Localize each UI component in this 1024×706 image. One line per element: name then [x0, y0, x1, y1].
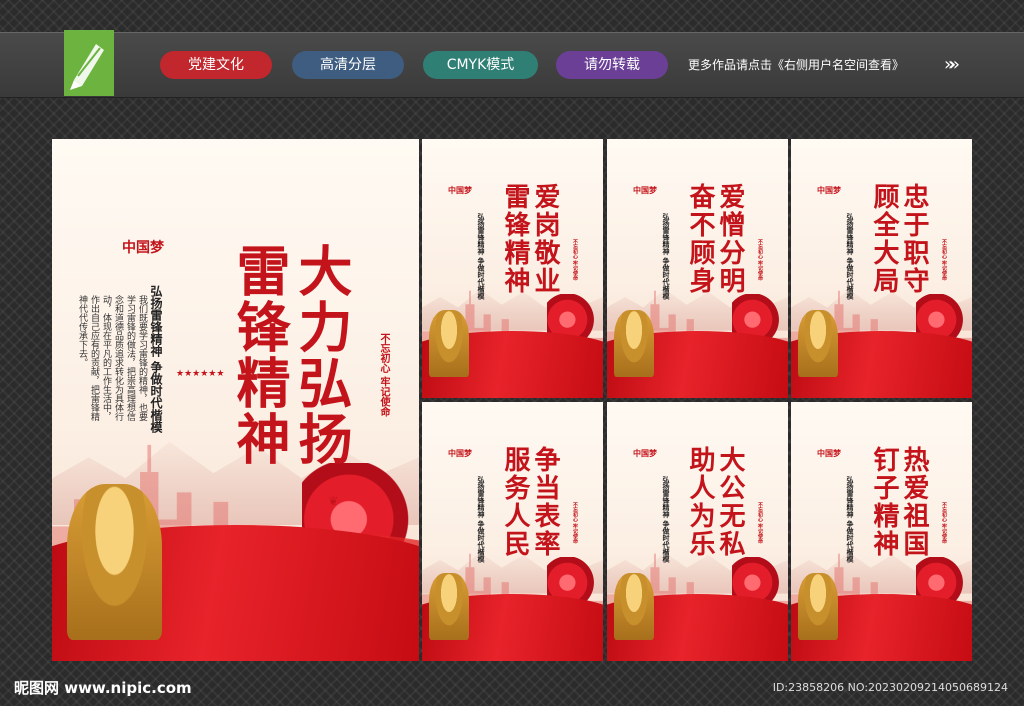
poster-seal: 不忘初心 牢记使命 — [572, 239, 578, 281]
china-dream-logo: 中国梦 — [633, 185, 657, 195]
tag-party-culture[interactable]: 党建文化 — [160, 51, 272, 79]
main-stars: ★★★★★★ — [176, 369, 225, 379]
china-dream-logo: 中国梦 — [448, 448, 472, 458]
small-poster-3: 中国梦 忠于职守顾全大局 弘扬雷锋精神 争做时代楷模 不忘初心 牢记使命 — [791, 139, 972, 398]
poster-subtitle: 弘扬雷锋精神 争做时代楷模 — [846, 213, 855, 300]
image-id-text: ID:23858206 NO:20230209214050689124 — [772, 681, 1008, 694]
tag-cmyk-mode[interactable]: CMYK模式 — [423, 51, 538, 79]
golden-lion-statue — [614, 572, 655, 641]
china-dream-logo: 中国梦 — [633, 448, 657, 458]
pen-logo-icon — [70, 44, 104, 90]
poster-title: 爱岗敬业雷锋精神 — [500, 183, 560, 295]
poster-subtitle: 弘扬雷锋精神 争做时代楷模 — [477, 213, 486, 300]
poster-seal: 不忘初心 牢记使命 — [941, 502, 947, 544]
poster-subtitle: 弘扬雷锋精神 争做时代楷模 — [846, 476, 855, 563]
small-poster-4: 中国梦 争当表率服务人民 弘扬雷锋精神 争做时代楷模 不忘初心 牢记使命 — [422, 402, 603, 661]
small-poster-2: 中国梦 爱憎分明奋不顾身 弘扬雷锋精神 争做时代楷模 不忘初心 牢记使命 — [607, 139, 788, 398]
golden-lion-statue — [614, 309, 655, 378]
golden-lion-statue — [429, 309, 470, 378]
small-poster-1: 中国梦 爱岗敬业雷锋精神 弘扬雷锋精神 争做时代楷模 不忘初心 牢记使命 — [422, 139, 603, 398]
china-dream-logo: 中国梦 — [817, 185, 841, 195]
small-poster-6: 中国梦 热爱祖国钉子精神 弘扬雷锋精神 争做时代楷模 不忘初心 牢记使命 — [791, 402, 972, 661]
main-poster: ❦ 中国梦 大力弘扬雷锋精神 弘扬雷锋精神 争做时代楷模 我们既要学习雷锋的精神… — [52, 139, 419, 661]
tag-hd-layers[interactable]: 高清分层 — [292, 51, 404, 79]
small-poster-5: 中国梦 大公无私助人为乐 弘扬雷锋精神 争做时代楷模 不忘初心 牢记使命 — [607, 402, 788, 661]
golden-lion-statue — [798, 309, 839, 378]
main-seal: 不忘初心 牢记使命 — [378, 333, 389, 417]
golden-lion-statue — [66, 483, 163, 641]
china-dream-logo: 中国梦 — [122, 240, 164, 256]
nipic-watermark: 昵图网 www.nipic.com — [14, 679, 192, 697]
poster-subtitle: 弘扬雷锋精神 争做时代楷模 — [662, 476, 671, 563]
poster-title: 热爱祖国钉子精神 — [869, 446, 929, 558]
site-logo[interactable] — [64, 30, 114, 96]
more-works-link[interactable]: 更多作品请点击《右侧用户名空间查看》 — [688, 56, 904, 73]
poster-subtitle: 弘扬雷锋精神 争做时代楷模 — [477, 476, 486, 563]
poster-title: 争当表率服务人民 — [500, 446, 560, 558]
poster-title: 爱憎分明奋不顾身 — [685, 183, 745, 295]
double-arrow-icon[interactable]: »» — [944, 54, 960, 75]
tag-no-repost[interactable]: 请勿转载 — [556, 51, 668, 79]
main-subtitle: 弘扬雷锋精神 争做时代楷模 — [149, 285, 163, 434]
poster-seal: 不忘初心 牢记使命 — [757, 239, 763, 281]
poster-seal: 不忘初心 牢记使命 — [572, 502, 578, 544]
china-dream-logo: 中国梦 — [448, 185, 472, 195]
main-title: 大力弘扬雷锋精神 — [227, 243, 353, 467]
dove-icon: ❦ — [328, 493, 339, 508]
poster-seal: 不忘初心 牢记使命 — [757, 502, 763, 544]
poster-subtitle: 弘扬雷锋精神 争做时代楷模 — [662, 213, 671, 300]
golden-lion-statue — [798, 572, 839, 641]
poster-title: 大公无私助人为乐 — [685, 446, 745, 558]
poster-seal: 不忘初心 牢记使命 — [941, 239, 947, 281]
golden-lion-statue — [429, 572, 470, 641]
china-dream-logo: 中国梦 — [817, 448, 841, 458]
poster-title: 忠于职守顾全大局 — [869, 183, 929, 295]
main-body-text: 我们既要学习雷锋的精神，也要学习雷锋的做法，把崇高理想信念和道德品质追求转化为具… — [77, 295, 147, 421]
